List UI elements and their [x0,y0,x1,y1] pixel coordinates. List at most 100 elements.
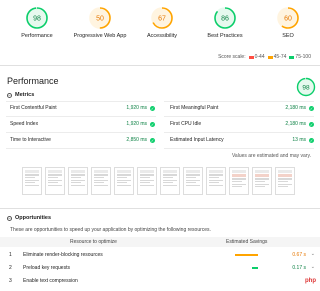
filmstrip [22,167,312,195]
gauge-label: Performance [21,33,53,39]
check-icon: ✓ [309,137,314,143]
gauge-ring: 60 [277,7,299,29]
metric-label: Estimated Input Latency [170,137,224,143]
estimate-note: Values are estimated and may vary. [231,153,311,159]
opportunity-number: 2 [9,265,12,271]
metric-value: 1,920 ms [126,121,147,127]
check-icon: ✓ [309,105,314,111]
metric-speed-index: Speed Index 1,920 ms ✓ [10,118,155,130]
metric-label: First Contentful Paint [10,105,57,111]
metrics-heading: Metrics [15,92,35,98]
swatch-mid [267,55,273,59]
opportunity-savings: 0.17 s [292,265,306,271]
opportunity-savings: 0.67 s [292,252,306,258]
gauge-seo[interactable]: 60 SEO [258,6,318,39]
metric-divider [6,132,156,133]
gauge-ring: 98 [26,7,48,29]
metric-time-to-interactive: Time to Interactive 2,850 ms ✓ [10,134,155,146]
gauge-pwa[interactable]: 50 Progressive Web App [70,6,130,39]
watermark-logo: php [305,278,316,284]
savings-bar [252,267,258,269]
gauge-best-practices[interactable]: 86 Best Practices [195,6,255,39]
scale-range: 45-74 [273,54,287,60]
metric-divider [164,148,314,149]
filmstrip-frame [68,167,88,195]
metric-estimated-input-latency: Estimated Input Latency 13 ms ✓ [170,134,314,146]
score-scale-legend: Score scale: 0-44 45-74 75-100 [218,54,311,60]
filmstrip-frame [45,167,65,195]
gauge-ring: 86 [214,7,236,29]
filmstrip-frame [252,167,272,195]
opportunity-row[interactable]: 1 Eliminate render-blocking resources 0.… [0,249,320,261]
filmstrip-frame [206,167,226,195]
gauge-label: Progressive Web App [73,33,127,39]
filmstrip-frame [229,167,249,195]
gauge-score: 86 [221,16,229,23]
gauge-score: 67 [158,16,166,23]
filmstrip-frame [275,167,295,195]
metric-value: 1,920 ms [126,105,147,111]
opportunities-description: These are opportunities to speed up your… [10,227,211,233]
chevron-down-icon[interactable]: ⌄ [311,264,315,270]
opportunities-header[interactable]: − Opportunities [7,215,51,221]
filmstrip-frame [114,167,134,195]
metric-first-cpu-idle: First CPU Idle 2,180 ms ✓ [170,118,314,130]
metric-divider [6,148,156,149]
gauge-accessibility[interactable]: 67 Accessibility [132,6,192,39]
filmstrip-frame [22,167,42,195]
section-title-performance: Performance [7,76,59,86]
divider [0,65,320,66]
metric-label: Time to Interactive [10,137,51,143]
swatch-high [289,55,295,59]
metric-divider [6,116,156,117]
opportunity-number: 3 [9,278,12,284]
metric-first-contentful-paint: First Contentful Paint 1,920 ms ✓ [10,102,155,114]
scale-item-low: 0-44 [248,54,265,60]
gauge-ring: 50 [89,7,111,29]
divider [0,208,320,209]
scale-item-mid: 45-74 [267,54,287,60]
scale-range: 0-44 [254,54,265,60]
opportunity-row[interactable]: 3 Enable text compression [0,275,320,287]
metric-value: 2,850 ms [126,137,147,143]
collapse-toggle-icon[interactable]: − [7,215,12,221]
opportunity-title: Enable text compression [23,278,78,284]
metric-value: 2,180 ms [285,105,306,111]
filmstrip-frame [160,167,180,195]
opportunity-title: Eliminate render-blocking resources [23,252,103,258]
collapse-toggle-icon[interactable]: − [7,92,12,98]
opportunity-title: Preload key requests [23,265,70,271]
filmstrip-frame [183,167,203,195]
chevron-down-icon[interactable]: ⌄ [311,251,315,257]
metric-first-meaningful-paint: First Meaningful Paint 2,180 ms ✓ [170,102,314,114]
check-icon: ✓ [150,105,155,111]
filmstrip-frame [137,167,157,195]
category-gauges: 98 Performance 50 Progressive Web App 67… [0,6,320,46]
metric-value: 2,180 ms [285,121,306,127]
opportunities-heading: Opportunities [15,215,52,221]
metric-label: First Meaningful Paint [170,105,219,111]
savings-bar [234,254,258,256]
metrics-header[interactable]: − Metrics [7,92,34,98]
gauge-performance[interactable]: 98 Performance [7,6,67,39]
swatch-low [248,55,254,59]
opportunity-number: 1 [9,252,12,258]
score-scale-label: Score scale: [218,54,246,60]
check-icon: ✓ [309,121,314,127]
scale-item-high: 75-100 [289,54,311,60]
opportunity-row[interactable]: 2 Preload key requests 0.17 s ⌄ [0,262,320,274]
gauge-ring: 67 [151,7,173,29]
opportunities-table-header: Resource to optimize Estimated Savings [0,237,320,247]
check-icon: ✓ [150,121,155,127]
gauge-score: 50 [96,16,104,23]
col-savings: Estimated Savings [226,239,268,245]
scale-range: 75-100 [295,54,311,60]
filmstrip-frame [91,167,111,195]
metric-divider [164,116,314,117]
performance-score-gauge: 98 [296,77,316,97]
col-resource: Resource to optimize [70,239,117,245]
gauge-score: 60 [284,16,292,23]
check-icon: ✓ [150,137,155,143]
gauge-label: Best Practices [207,33,243,39]
metric-label: Speed Index [10,121,39,127]
